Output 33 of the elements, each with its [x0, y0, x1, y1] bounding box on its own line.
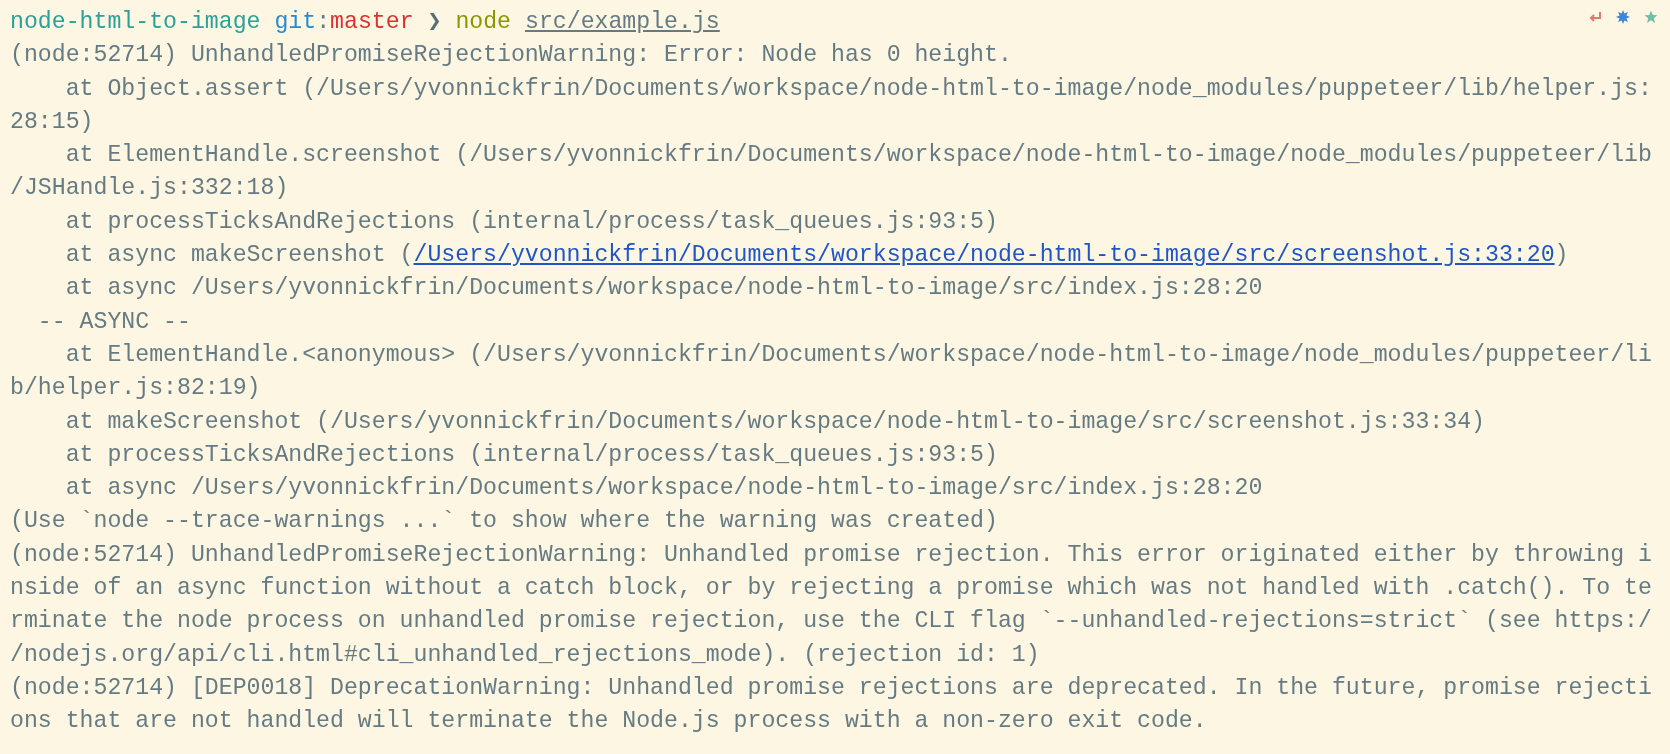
output-line: ons that are not handled will terminate the Node.js process with a non-zero exit code. [10, 707, 1207, 737]
output-line: -- ASYNC -- [36, 307, 191, 337]
output-line: at ElementHandle.screenshot (/Users/yvonnickfrin/Documents/workspace/node-html-to-image/node_modules/puppeteer/lib [64, 141, 1652, 171]
output-line: 28:15) [10, 107, 94, 137]
output-line: rminate the node process on unhandled promise rejection, use the CLI flag `--unhandled-rejections=strict` (see https:/ [10, 607, 1652, 637]
output-line: (Use `node --trace-warnings ...` to show where the warning was created) [10, 507, 998, 537]
output-text: at async makeScreenshot ( [64, 242, 414, 269]
file-link[interactable]: /Users/yvonnickfrin/Documents/workspace/node-html-to-image/src/screenshot.js:33:20 [413, 242, 1555, 269]
output-line: at async /Users/yvonnickfrin/Documents/workspace/node-html-to-image/src/index.js:28:20 [64, 474, 1263, 504]
output-line: at async /Users/yvonnickfrin/Documents/workspace/node-html-to-image/src/index.js:28:20 [64, 274, 1263, 304]
starburst-icon [1616, 10, 1630, 24]
output-line: at ElementHandle.<anonymous> (/Users/yvonnickfrin/Documents/workspace/node-html-to-image/node_modules/puppeteer/li [64, 340, 1652, 370]
output-line: (node:52714) [DEP0018] DeprecationWarning: Unhandled promise rejections are deprecated. In the future, promise rejecti [10, 673, 1652, 703]
output-line: (node:52714) UnhandledPromiseRejectionWarning: Unhandled promise rejection. This error originated either by throwing i [10, 540, 1652, 570]
separator: : [316, 9, 331, 35]
branch-name: master [330, 9, 414, 35]
output-line: at makeScreenshot (/Users/yvonnickfrin/Documents/workspace/node-html-to-image/src/screenshot.js:33:34) [64, 407, 1485, 437]
output-line: at processTicksAndRejections (internal/process/task_queues.js:93:5) [64, 440, 998, 470]
directory-name: node-html-to-image [10, 9, 261, 35]
output-line: nside of an async function without a catch block, or by rejecting a promise which was not handled with .catch(). To te [10, 574, 1652, 604]
output-text: ) [1554, 242, 1569, 269]
output-line: /nodejs.org/api/cli.html#cli_unhandled_rejections_mode). (rejection id: 1) [10, 640, 1040, 670]
output-line: at Object.assert (/Users/yvonnickfrin/Documents/workspace/node-html-to-image/node_modules/puppeteer/lib/helper.js: [64, 74, 1652, 104]
command: node [455, 9, 512, 35]
output-line: (node:52714) UnhandledPromiseRejectionWarning: Error: Node has 0 height. [10, 41, 1012, 71]
output-line: at processTicksAndRejections (internal/process/task_queues.js:93:5) [64, 207, 998, 237]
prompt-arrow: ❯ [427, 9, 442, 35]
star-icon [1644, 10, 1658, 24]
return-icon [1588, 11, 1602, 23]
output-line: b/helper.js:82:19) [10, 374, 261, 404]
command-argument: src/example.js [524, 9, 720, 35]
output-line: /JSHandle.js:332:18) [10, 174, 289, 204]
git-label: git [274, 9, 317, 35]
